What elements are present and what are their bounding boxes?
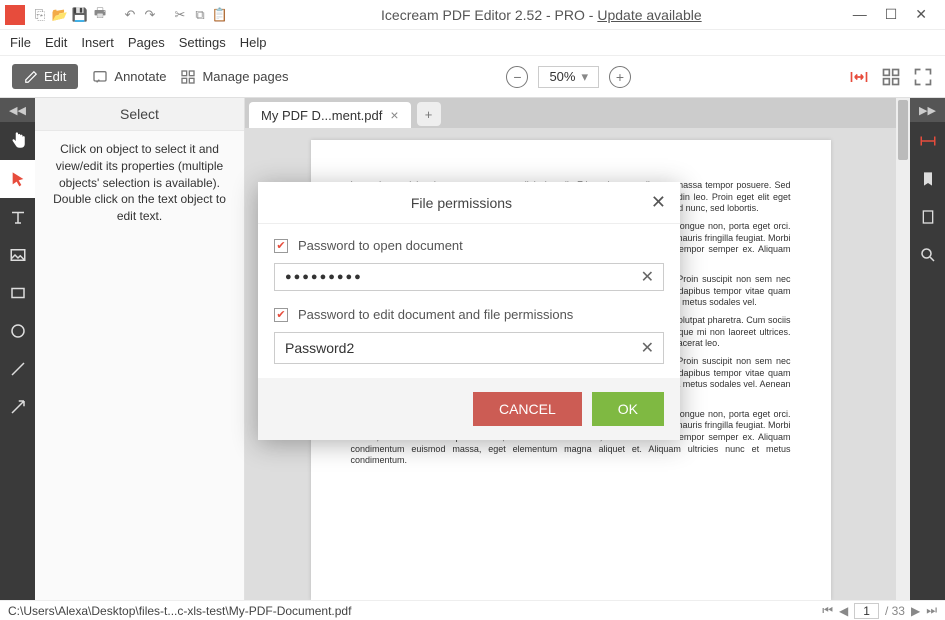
document-tab[interactable]: My PDF D...ment.pdf × (249, 102, 411, 128)
checkbox-edit-password[interactable]: ✔ (274, 308, 288, 322)
save-icon[interactable]: 💾 (70, 5, 90, 25)
search-icon[interactable] (910, 236, 945, 274)
clear-open-password-icon[interactable]: ✕ (641, 267, 654, 287)
page-number-input[interactable]: 1 (854, 603, 879, 619)
file-path: C:\Users\Alexa\Desktop\files-t...c-xls-t… (8, 604, 351, 618)
left-toolrail: ◀◀ (0, 98, 35, 600)
close-button[interactable]: ✕ (915, 6, 927, 23)
statusbar: C:\Users\Alexa\Desktop\files-t...c-xls-t… (0, 600, 945, 620)
redo-icon[interactable]: ↷ (140, 5, 160, 25)
select-panel: Select Click on object to select it and … (35, 98, 245, 600)
menu-file[interactable]: File (10, 35, 31, 50)
tab-add-button[interactable]: + (417, 102, 441, 126)
copy-icon[interactable]: ⧉ (190, 5, 210, 25)
edit-mode-button[interactable]: Edit (12, 64, 78, 89)
window-title: Icecream PDF Editor 2.52 - PRO - Update … (230, 7, 853, 23)
page-next-icon[interactable]: ▶ (911, 604, 920, 618)
menu-insert[interactable]: Insert (81, 35, 114, 50)
cut-icon[interactable]: ✂ (170, 5, 190, 25)
menu-help[interactable]: Help (240, 35, 267, 50)
print-icon[interactable]: 🖶 (90, 5, 110, 25)
fullscreen-icon[interactable] (913, 67, 933, 87)
menu-pages[interactable]: Pages (128, 35, 165, 50)
hand-tool-icon[interactable] (0, 122, 35, 160)
image-tool-icon[interactable] (0, 236, 35, 274)
zoom-controls: − 50% ▾ + (506, 66, 631, 88)
scroll-thumb[interactable] (898, 100, 908, 160)
zoom-out-button[interactable]: − (506, 66, 528, 88)
cancel-button[interactable]: CANCEL (473, 392, 582, 426)
menu-settings[interactable]: Settings (179, 35, 226, 50)
file-permissions-dialog: File permissions ✕ ✔ Password to open do… (258, 182, 680, 440)
password-edit-input[interactable] (274, 332, 664, 364)
open-icon[interactable]: 📂 (50, 5, 70, 25)
circle-tool-icon[interactable] (0, 312, 35, 350)
tab-close-icon[interactable]: × (390, 107, 398, 123)
fit-width-icon[interactable] (849, 67, 869, 87)
zoom-level[interactable]: 50% ▾ (538, 66, 599, 88)
ok-button[interactable]: OK (592, 392, 664, 426)
paste-icon[interactable]: 📋 (210, 5, 230, 25)
update-link[interactable]: Update available (597, 7, 701, 23)
vertical-scrollbar[interactable] (896, 98, 910, 600)
line-tool-icon[interactable] (0, 350, 35, 388)
select-tool-icon[interactable] (0, 160, 35, 198)
grid-view-icon[interactable] (881, 67, 901, 87)
menu-edit[interactable]: Edit (45, 35, 67, 50)
select-panel-title: Select (35, 98, 244, 131)
arrow-tool-icon[interactable] (0, 388, 35, 426)
new-icon[interactable]: ⎘ (30, 5, 50, 25)
undo-icon[interactable]: ↶ (120, 5, 140, 25)
page-last-icon[interactable]: ⏭ (926, 603, 937, 618)
dialog-title: File permissions (272, 195, 651, 211)
toolbar: Edit Annotate Manage pages − 50% ▾ + (0, 56, 945, 98)
titlebar: ⎘ 📂 💾 🖶 ↶ ↷ ✂ ⧉ 📋 Icecream PDF Editor 2.… (0, 0, 945, 30)
select-panel-text: Click on object to select it and view/ed… (35, 131, 244, 235)
label-open-password: Password to open document (298, 238, 463, 253)
checkbox-open-password[interactable]: ✔ (274, 239, 288, 253)
text-tool-icon[interactable] (0, 198, 35, 236)
page-first-icon[interactable]: ⏮ (822, 603, 833, 618)
rail-collapse-left[interactable]: ◀◀ (0, 98, 35, 122)
dialog-close-icon[interactable]: ✕ (651, 192, 666, 213)
app-icon (5, 5, 25, 25)
zoom-in-button[interactable]: + (609, 66, 631, 88)
page-total: / 33 (885, 604, 905, 618)
password-open-input[interactable] (274, 263, 664, 291)
annotate-button[interactable]: Annotate (92, 69, 166, 85)
minimize-button[interactable]: — (853, 6, 867, 23)
label-edit-password: Password to edit document and file permi… (298, 307, 573, 322)
bookmark-icon[interactable] (910, 160, 945, 198)
layout-icon[interactable] (910, 122, 945, 160)
right-toolrail: ▶▶ (910, 98, 945, 600)
page-nav: ⏮ ◀ 1 / 33 ▶ ⏭ (822, 603, 937, 619)
maximize-button[interactable]: ☐ (885, 6, 898, 23)
page-prev-icon[interactable]: ◀ (839, 604, 848, 618)
menubar: File Edit Insert Pages Settings Help (0, 30, 945, 56)
attachment-icon[interactable] (910, 198, 945, 236)
manage-pages-button[interactable]: Manage pages (180, 69, 288, 85)
tab-strip: My PDF D...ment.pdf × + (245, 98, 896, 128)
clear-edit-password-icon[interactable]: ✕ (641, 338, 654, 358)
rect-tool-icon[interactable] (0, 274, 35, 312)
rail-collapse-right[interactable]: ▶▶ (910, 98, 945, 122)
